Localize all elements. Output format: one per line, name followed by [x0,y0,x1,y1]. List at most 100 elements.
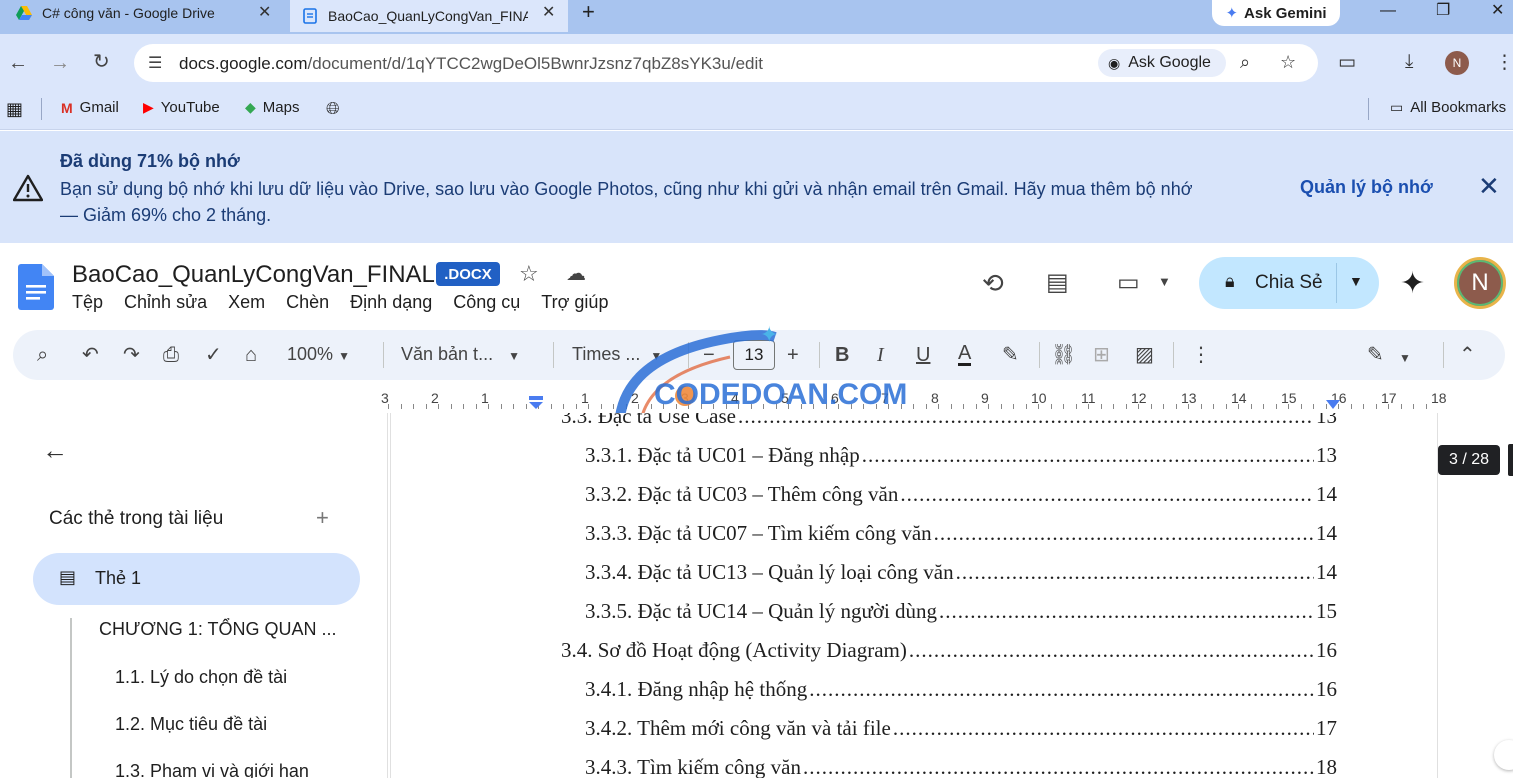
sidebar-tab-1[interactable]: ▤ Thẻ 1 [33,553,360,605]
outline-item-chapter1[interactable]: CHƯƠNG 1: TỔNG QUAN ... [99,619,337,640]
manage-storage-link[interactable]: Quản lý bộ nhớ [1300,177,1433,198]
ask-google-button[interactable]: ◉ Ask Google [1098,49,1226,77]
menu-tools[interactable]: Công cụ [453,292,520,313]
back-arrow-icon[interactable]: ← [8,51,28,75]
text-color-icon[interactable]: A [958,343,972,366]
add-comment-icon[interactable]: ⊞ [1093,343,1110,367]
toc-entry[interactable]: 3.3. Đặc tả Use Case....................… [561,413,1337,434]
toc-entry[interactable]: 3.4.3. Tìm kiếm công văn................… [585,755,1337,778]
editing-mode-icon[interactable]: ✎ [1367,343,1384,367]
site-info-icon[interactable]: ☰ [148,53,162,73]
right-margin-marker-icon[interactable] [1326,400,1340,410]
star-icon[interactable]: ☆ [519,261,539,287]
toc-entry[interactable]: 3.3.5. Đặc tả UC14 – Quản lý người dùng.… [585,599,1337,629]
google-docs-logo[interactable] [18,264,54,310]
side-panel-handle[interactable] [1508,444,1513,476]
more-options-icon[interactable]: ⋮ [1191,343,1211,367]
document-page[interactable]: 3.3. Đặc tả Use Case....................… [390,413,1438,778]
close-banner-icon[interactable]: ✕ [1478,173,1500,199]
italic-icon[interactable]: I [877,343,884,367]
decrease-font-size-icon[interactable]: − [703,343,715,367]
account-avatar[interactable]: N [1454,257,1506,309]
insert-image-icon[interactable]: ▨ [1135,343,1154,367]
toc-entry[interactable]: 3.4. Sơ đồ Hoạt động (Activity Diagram).… [561,638,1337,668]
url-text[interactable]: docs.google.com/document/d/1qYTCC2wgDeOl… [179,54,763,74]
ruler-minor-tick [1225,404,1227,409]
menu-format[interactable]: Định dạng [350,292,432,313]
outline-item-1-1[interactable]: 1.1. Lý do chọn đề tài [115,667,287,688]
insert-link-icon[interactable]: ⛓︎ [1051,343,1076,367]
close-tab-icon[interactable]: ✕ [542,2,555,22]
comments-icon[interactable]: ▤ [1046,268,1069,297]
zoom-select[interactable]: 100% ▼ [287,344,350,365]
toc-entry[interactable]: 3.4.2. Thêm mới công văn và tải file....… [585,716,1337,746]
menu-help[interactable]: Trợ giúp [541,292,608,313]
bookmark-gmail[interactable]: M Gmail [61,99,119,116]
underline-icon[interactable]: U [916,343,930,367]
outline-item-1-3[interactable]: 1.3. Phạm vi và giới hạn [115,761,309,778]
address-bar[interactable]: ☰ docs.google.com/document/d/1qYTCC2wgDe… [134,44,1318,82]
close-window-icon[interactable]: ✕ [1491,0,1504,22]
toc-entry[interactable]: 3.3.4. Đặc tả UC13 – Quản lý loại công v… [585,560,1337,590]
chevron-down-icon[interactable]: ▼ [1399,346,1411,370]
download-icon[interactable]: ⤓ [1405,51,1413,73]
bold-icon[interactable]: B [835,343,849,367]
meet-camera-icon[interactable]: ▭ [1117,268,1140,297]
document-title[interactable]: BaoCao_QuanLyCongVan_FINAL [72,261,435,289]
spellcheck-icon[interactable]: ✓ [205,343,222,367]
profile-avatar[interactable]: N [1445,51,1469,75]
minimize-window-icon[interactable]: — [1380,0,1396,22]
paragraph-style-select[interactable]: Văn bản t... ▼ [401,344,520,365]
outline-item-1-2[interactable]: 1.2. Mục tiêu đề tài [115,714,267,735]
bookmark-star-icon[interactable]: ☆ [1280,52,1296,73]
globe-icon[interactable]: 🌐︎ [326,99,340,119]
toc-entry[interactable]: 3.3.2. Đặc tả UC03 – Thêm công văn......… [585,482,1337,512]
close-tab-icon[interactable]: ✕ [258,2,271,22]
toolbar-separator [1173,342,1174,368]
font-size-input[interactable]: 13 [733,340,775,370]
maximize-window-icon[interactable]: ❐ [1436,0,1450,22]
menu-edit[interactable]: Chỉnh sửa [124,292,207,313]
toc-entry[interactable]: 3.4.1. Đăng nhập hệ thống...............… [585,677,1337,707]
lens-icon: ◉ [1108,54,1121,71]
back-arrow-icon[interactable]: ← [42,435,68,466]
cloud-status-icon[interactable]: ☁︎ [566,261,586,286]
version-history-icon[interactable]: ⟲ [982,268,1004,299]
bookmark-maps[interactable]: ◆ Maps [245,99,299,116]
new-tab-button[interactable]: + [582,0,595,24]
all-bookmarks-folder[interactable]: ▭ All Bookmarks [1390,99,1506,116]
menu-view[interactable]: Xem [228,292,265,313]
apps-grid-icon[interactable]: ▦ [6,99,23,120]
browser-menu-icon[interactable]: ⋮ [1495,51,1513,74]
forward-arrow-icon[interactable]: → [50,51,70,75]
menu-insert[interactable]: Chèn [286,292,329,313]
tab-search-icon[interactable]: ▭ [1338,51,1356,74]
chevron-down-icon[interactable]: ▼ [1158,274,1171,289]
zoom-icon[interactable]: ⌕ [1240,52,1250,73]
browser-tab-docs[interactable]: BaoCao_QuanLyCongVan_FINAL ✕ [290,0,568,32]
search-menus-icon[interactable]: ⌕ [37,343,48,367]
highlight-color-icon[interactable]: ✎ [1002,343,1019,367]
bookmark-youtube[interactable]: ▶ YouTube [143,99,220,116]
toc-entry[interactable]: 3.3.3. Đặc tả UC07 – Tìm kiếm công văn..… [585,521,1337,551]
ask-gemini-button[interactable]: ✦ Ask Gemini [1212,0,1340,26]
reload-icon[interactable]: ↻ [93,50,110,74]
paint-format-icon[interactable]: ⌂ [245,343,257,367]
indent-marker-icon[interactable] [528,396,544,410]
menu-file[interactable]: Tệp [72,292,103,313]
chevron-down-icon: ▼ [650,349,663,363]
browser-tab-drive[interactable]: C# công văn - Google Drive ✕ [14,0,284,26]
share-button[interactable]: 🔒︎ Chia Sẻ ▼ [1199,257,1379,309]
add-tab-icon[interactable]: + [316,505,329,531]
gemini-star-icon[interactable]: ✦ [1400,266,1425,301]
font-select[interactable]: Times ... ▼ [572,344,662,365]
share-options-chevron-icon[interactable]: ▼ [1349,273,1363,289]
horizontal-ruler[interactable]: 3 2 1 1 2 3 4 5 6 7 8 9 10 11 12 13 14 15 16 17 18 [381,386,1447,412]
print-icon[interactable]: ⎙ [163,343,179,367]
redo-icon[interactable]: ↷ [123,343,140,367]
hide-menus-chevron-up-icon[interactable]: ⌃ [1459,343,1476,367]
explore-button[interactable] [1494,740,1513,770]
undo-icon[interactable]: ↶ [82,343,99,367]
toc-entry[interactable]: 3.3.1. Đặc tả UC01 – Đăng nhập..........… [585,443,1337,473]
increase-font-size-icon[interactable]: + [787,343,799,367]
